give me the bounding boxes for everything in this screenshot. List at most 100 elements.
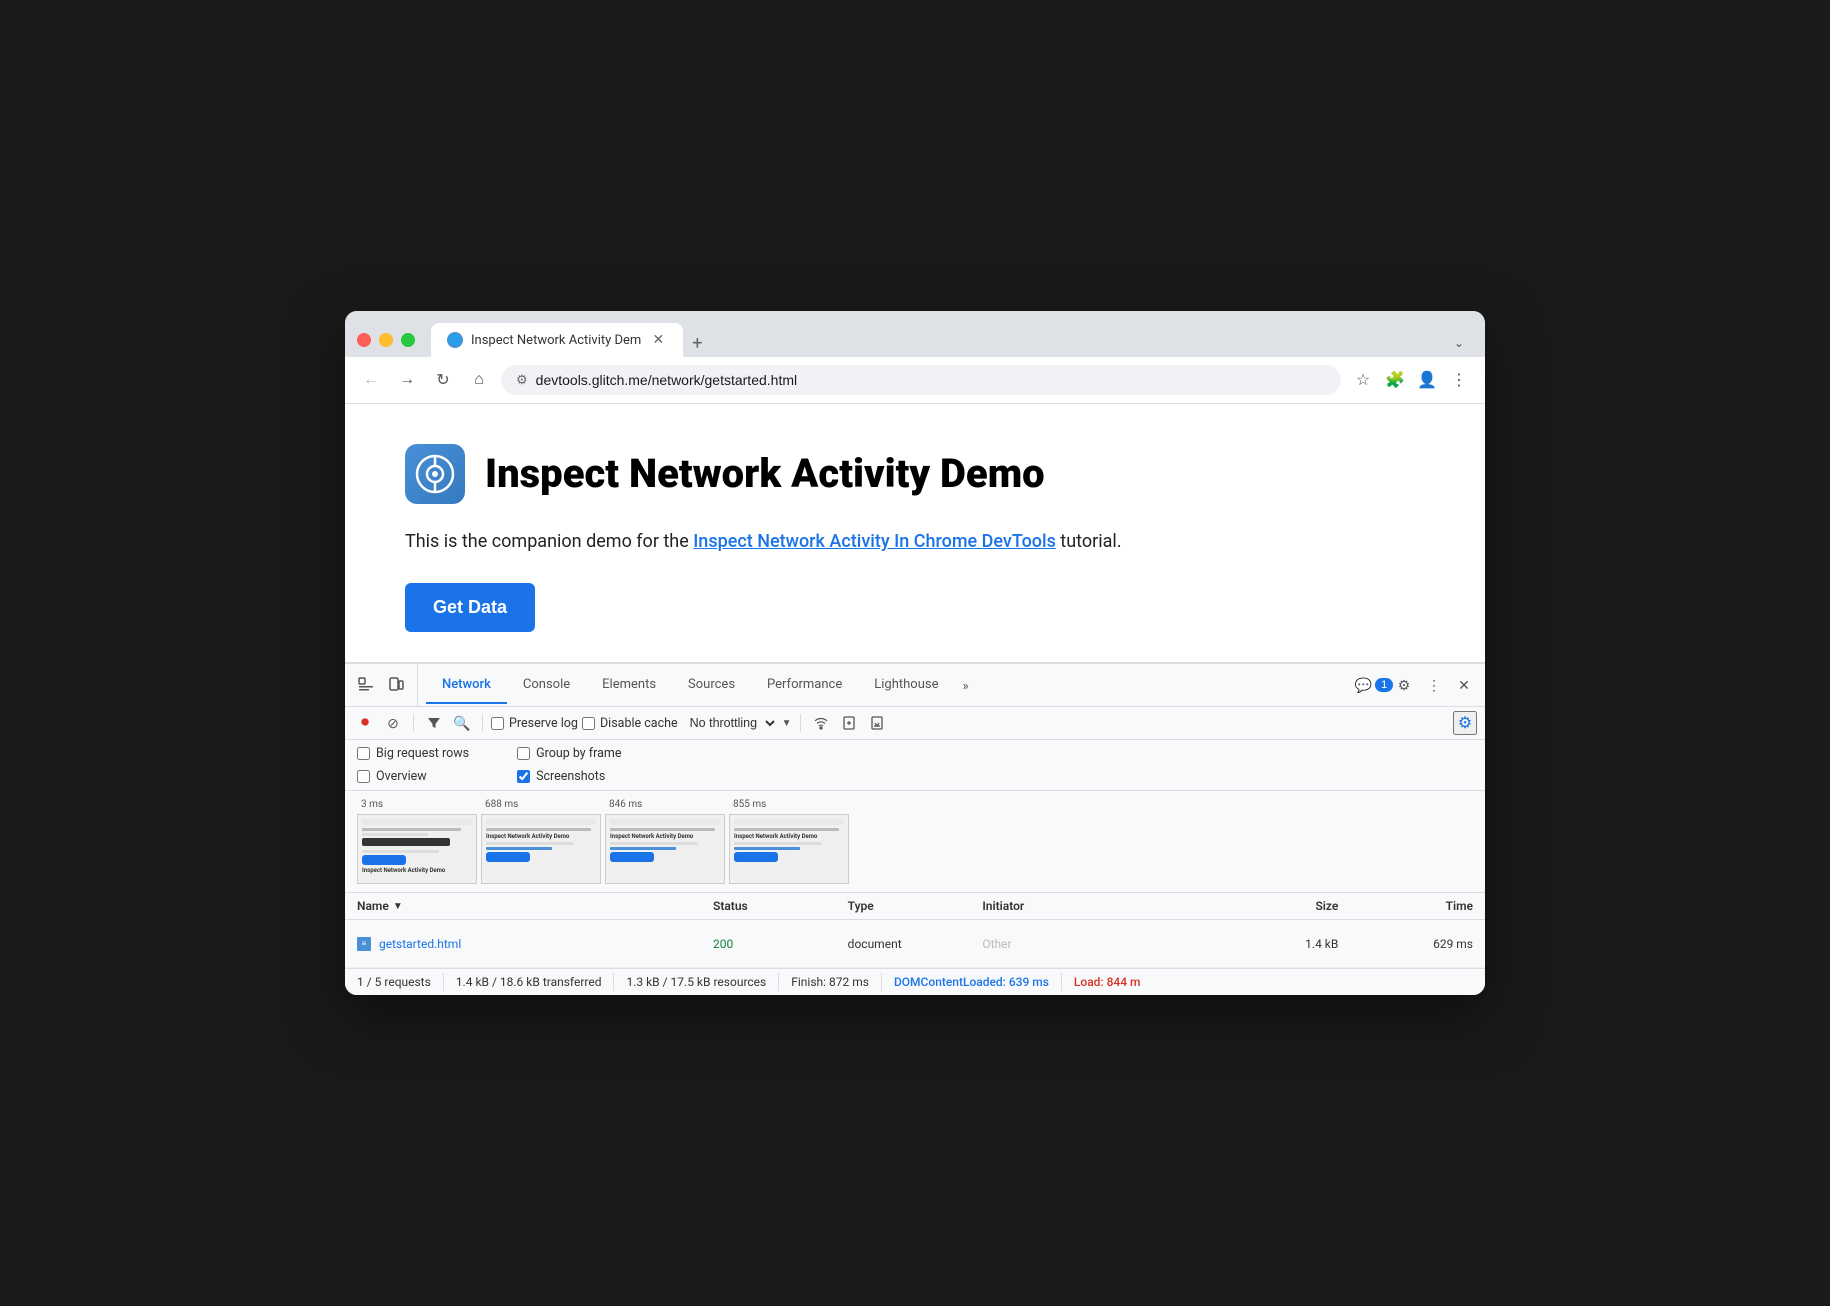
logo-svg bbox=[415, 454, 455, 494]
tab-network[interactable]: Network bbox=[426, 667, 507, 704]
back-button[interactable]: ← bbox=[357, 366, 385, 394]
tutorial-link[interactable]: Inspect Network Activity In Chrome DevTo… bbox=[693, 531, 1056, 552]
table-row[interactable]: ≡ getstarted.html 200 document Other 1.4… bbox=[345, 920, 1485, 968]
forward-button[interactable]: → bbox=[393, 366, 421, 394]
overview-checkbox[interactable]: Overview bbox=[357, 769, 469, 784]
screenshot-time-0: 3 ms bbox=[357, 799, 383, 810]
chevron-down-icon: ⌄ bbox=[1454, 336, 1464, 350]
maximize-button[interactable] bbox=[401, 333, 415, 347]
preserve-log-input[interactable] bbox=[491, 717, 504, 730]
big-request-rows-label: Big request rows bbox=[376, 746, 469, 761]
disable-cache-input[interactable] bbox=[582, 717, 595, 730]
screenshots-input[interactable] bbox=[517, 770, 530, 783]
throttle-select[interactable]: No throttling bbox=[682, 713, 778, 733]
preserve-log-label: Preserve log bbox=[509, 716, 578, 731]
screenshots-checkbox[interactable]: Screenshots bbox=[517, 769, 621, 784]
screenshot-thumb-0[interactable]: Inspect Network Activity Demo bbox=[357, 814, 477, 884]
toolbar-divider-2 bbox=[482, 714, 483, 732]
wifi-icon-button[interactable] bbox=[809, 711, 833, 735]
tab-close-icon[interactable]: ✕ bbox=[649, 331, 667, 349]
disable-cache-checkbox[interactable]: Disable cache bbox=[582, 716, 678, 731]
bookmark-button[interactable]: ☆ bbox=[1349, 366, 1377, 394]
screenshots-timeline: 3 ms Inspect Network Activity Demo bbox=[345, 791, 1485, 893]
tabs-chevron-button[interactable]: ⌄ bbox=[1445, 329, 1473, 357]
preserve-log-checkbox[interactable]: Preserve log bbox=[491, 716, 578, 731]
screenshot-thumb-3[interactable]: Inspect Network Activity Demo bbox=[729, 814, 849, 884]
group-by-frame-checkbox[interactable]: Group by frame bbox=[517, 746, 621, 761]
close-button[interactable] bbox=[357, 333, 371, 347]
filter-button[interactable] bbox=[422, 711, 446, 735]
network-settings-button[interactable]: ⚙ bbox=[1453, 711, 1477, 735]
tabs-more-button[interactable]: » bbox=[954, 669, 976, 704]
col-initiator-label: Initiator bbox=[982, 899, 1024, 913]
col-header-size[interactable]: Size bbox=[1216, 893, 1351, 919]
home-button[interactable]: ⌂ bbox=[465, 366, 493, 394]
tab-performance[interactable]: Performance bbox=[751, 667, 858, 704]
col-size-label: Size bbox=[1315, 899, 1338, 913]
network-toolbar: ⏺ ⊘ 🔍 Preserve log Disable cache No thro… bbox=[345, 707, 1485, 740]
window-controls bbox=[357, 333, 415, 347]
address-bar[interactable]: ⚙ bbox=[501, 365, 1341, 395]
row-status: 200 bbox=[713, 937, 733, 951]
status-dom-loaded: DOMContentLoaded: 639 ms bbox=[894, 973, 1062, 991]
devtools-main-toolbar: Network Console Elements Sources Perform… bbox=[345, 664, 1485, 707]
device-toolbar-icon-button[interactable] bbox=[383, 672, 409, 698]
tabs-row: 🌐 Inspect Network Activity Dem ✕ + ⌄ bbox=[431, 323, 1473, 357]
screenshots-row: 3 ms Inspect Network Activity Demo bbox=[357, 799, 1473, 884]
active-tab[interactable]: 🌐 Inspect Network Activity Dem ✕ bbox=[431, 323, 683, 357]
inspector-icon-button[interactable] bbox=[353, 672, 379, 698]
screenshot-time-1: 688 ms bbox=[481, 799, 518, 810]
overview-input[interactable] bbox=[357, 770, 370, 783]
console-icon: 💬 bbox=[1355, 677, 1372, 694]
screenshot-thumb-1[interactable]: Inspect Network Activity Demo bbox=[481, 814, 601, 884]
extensions-button[interactable]: 🧩 bbox=[1381, 366, 1409, 394]
big-request-rows-checkbox[interactable]: Big request rows bbox=[357, 746, 469, 761]
col-header-status[interactable]: Status bbox=[701, 893, 836, 919]
minimize-button[interactable] bbox=[379, 333, 393, 347]
clear-button[interactable]: ⊘ bbox=[381, 711, 405, 735]
tab-console[interactable]: Console bbox=[507, 667, 586, 704]
tab-lighthouse[interactable]: Lighthouse bbox=[858, 667, 954, 704]
devtools-more-button[interactable]: ⋮ bbox=[1421, 672, 1447, 698]
page-description: This is the companion demo for the Inspe… bbox=[405, 528, 1425, 555]
tab-sources[interactable]: Sources bbox=[672, 667, 751, 704]
tab-favicon-icon: 🌐 bbox=[447, 332, 463, 348]
record-button[interactable]: ⏺ bbox=[353, 711, 377, 735]
group-by-frame-input[interactable] bbox=[517, 747, 530, 760]
screenshot-item-1: 688 ms Inspect Network Activity Demo bbox=[481, 799, 601, 884]
col-header-type[interactable]: Type bbox=[836, 893, 971, 919]
screenshot-item-3: 855 ms Inspect Network Activity Demo bbox=[729, 799, 849, 884]
tab-elements[interactable]: Elements bbox=[586, 667, 672, 704]
network-table-header: Name ▼ Status Type Initiator Size Time bbox=[345, 893, 1485, 920]
devtools-panel: Network Console Elements Sources Perform… bbox=[345, 662, 1485, 995]
row-type: document bbox=[848, 937, 902, 951]
import-har-button[interactable] bbox=[837, 711, 861, 735]
new-tab-button[interactable]: + bbox=[683, 329, 711, 357]
reload-button[interactable]: ↻ bbox=[429, 366, 457, 394]
network-settings: Big request rows Overview Group by frame… bbox=[345, 740, 1485, 791]
export-har-button[interactable] bbox=[865, 711, 889, 735]
url-input[interactable] bbox=[536, 372, 1326, 388]
status-transferred: 1.4 kB / 18.6 kB transferred bbox=[456, 973, 615, 991]
settings-button[interactable]: ⚙ bbox=[1391, 672, 1417, 698]
more-menu-button[interactable]: ⋮ bbox=[1445, 366, 1473, 394]
overview-label: Overview bbox=[376, 769, 427, 784]
toolbar-divider-1 bbox=[413, 714, 414, 732]
big-request-rows-input[interactable] bbox=[357, 747, 370, 760]
col-time-label: Time bbox=[1446, 899, 1473, 913]
row-initiator: Other bbox=[982, 937, 1011, 951]
get-data-button[interactable]: Get Data bbox=[405, 583, 535, 632]
col-header-initiator[interactable]: Initiator bbox=[970, 893, 1215, 919]
devtools-close-button[interactable]: ✕ bbox=[1451, 672, 1477, 698]
row-status-cell: 200 bbox=[701, 920, 836, 967]
profile-button[interactable]: 👤 bbox=[1413, 366, 1441, 394]
col-header-time[interactable]: Time bbox=[1350, 893, 1485, 919]
search-button[interactable]: 🔍 bbox=[450, 711, 474, 735]
screenshot-thumb-2[interactable]: Inspect Network Activity Demo bbox=[605, 814, 725, 884]
toolbar-divider-3 bbox=[800, 714, 801, 732]
row-size: 1.4 kB bbox=[1305, 937, 1338, 951]
console-messages-button[interactable]: 💬 1 bbox=[1361, 672, 1387, 698]
col-header-name[interactable]: Name ▼ bbox=[345, 893, 701, 919]
new-tab-icon: + bbox=[692, 333, 702, 354]
row-size-cell: 1.4 kB bbox=[1216, 920, 1351, 967]
